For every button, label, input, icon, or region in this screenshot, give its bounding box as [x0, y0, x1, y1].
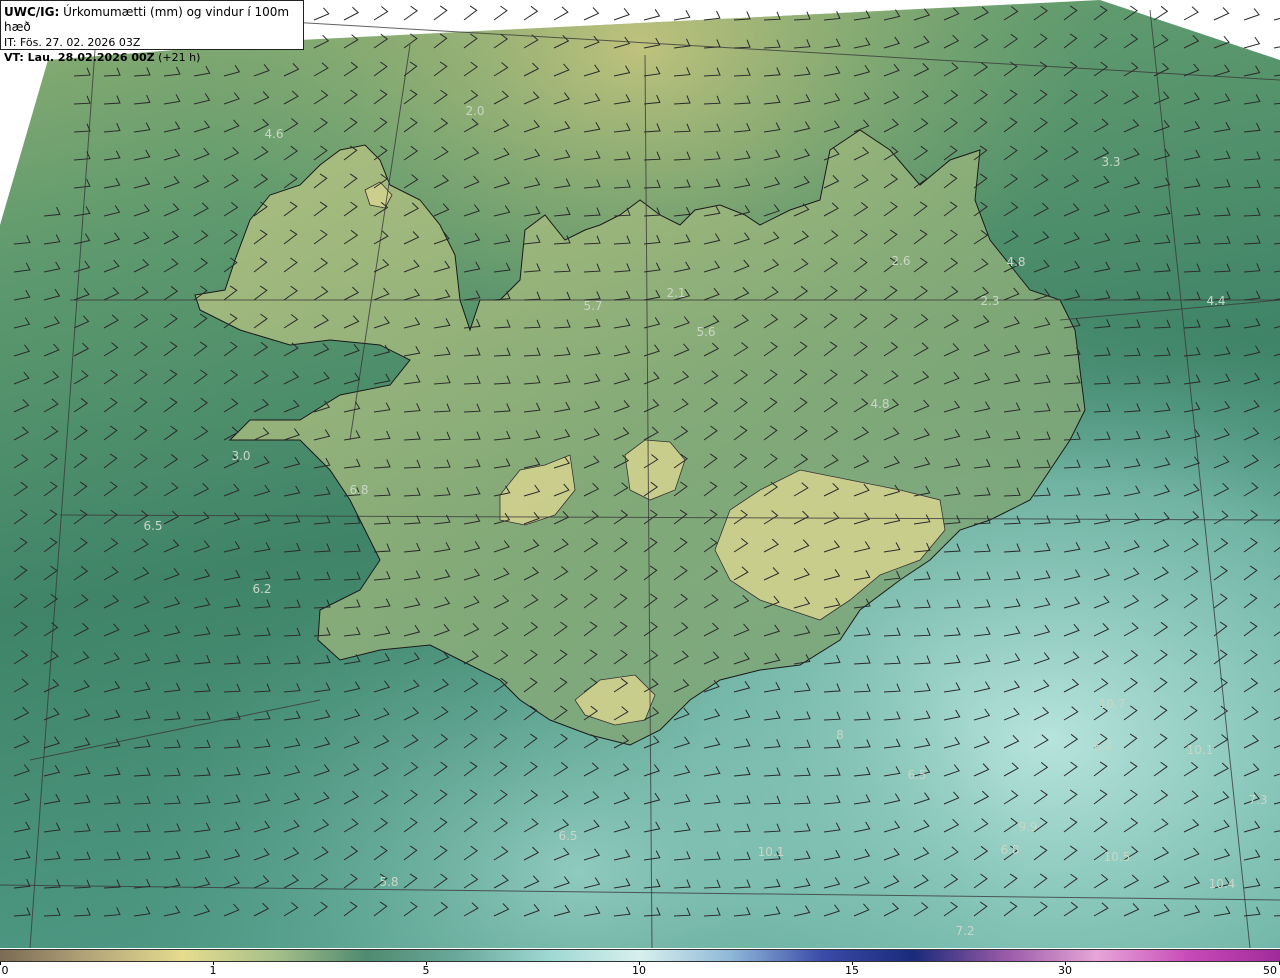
value-label: 2.6: [891, 254, 911, 268]
wind-barb: [463, 5, 478, 21]
value-label: 5.6: [696, 325, 716, 339]
colorbar-label: 10: [632, 964, 646, 977]
issue-time: IT: Fös. 27. 02. 2026 03Z: [4, 36, 141, 49]
value-label: 10.1: [757, 845, 785, 859]
value-label: 10.5: [1103, 850, 1131, 864]
wind-barb: [1273, 46, 1280, 49]
wind-barb: [313, 7, 330, 21]
value-label: 6.5: [143, 519, 163, 533]
wind-barb: [1243, 8, 1260, 21]
wind-barb: [1273, 17, 1280, 21]
value-label: 3.3: [1101, 155, 1121, 169]
value-label: 2.0: [465, 104, 485, 118]
colorbar-label: 1: [209, 964, 217, 977]
value-label: 10.4: [1208, 877, 1236, 891]
wind-barb: [433, 5, 448, 21]
colorbar-label: 15: [845, 964, 859, 977]
value-label: 4.8: [1006, 255, 1026, 269]
value-label: 9.9: [1018, 820, 1038, 834]
value-label: 4.4: [1206, 294, 1226, 308]
valid-time: VT: Lau. 28.02.2026 00Z (+21 h): [4, 51, 201, 64]
value-label: 5.8: [379, 875, 399, 889]
value-label: 8: [836, 728, 844, 742]
value-label: 6.5: [558, 829, 578, 843]
product-title: UWC/IG: Úrkomumætti (mm) og vindur í 100…: [4, 5, 290, 34]
colorbar-label: 0: [1, 964, 9, 977]
wind-barb: [643, 9, 661, 21]
value-label: 7.3: [1248, 793, 1268, 807]
wind-barb: [1183, 6, 1199, 21]
wind-barb: [583, 7, 600, 21]
wind-barb: [523, 5, 539, 21]
wind-barb: [403, 5, 418, 21]
value-label: 3.0: [231, 449, 251, 463]
value-label: 6.4: [1093, 740, 1113, 754]
value-label: 7.2: [955, 924, 975, 938]
colorbar-label: 50: [1263, 964, 1277, 977]
wind-barb: [373, 6, 389, 21]
value-label: 5.7: [583, 299, 603, 313]
value-label: 6.2: [252, 582, 272, 596]
wind-barb: [613, 7, 630, 21]
value-label: 4.6: [264, 127, 284, 141]
precipitation-colorbar: [0, 949, 1280, 962]
wind-barb: [1153, 5, 1169, 21]
wind-barb: [673, 9, 691, 21]
value-label: 10.1: [1186, 743, 1214, 757]
value-label: 6.5: [907, 768, 927, 782]
value-label: 6.8: [1000, 843, 1020, 857]
colorbar-label: 30: [1058, 964, 1072, 977]
wind-barb: [1213, 7, 1230, 21]
wind-barb: [493, 5, 508, 21]
wind-barb: [703, 10, 721, 21]
wind-barb: [343, 6, 360, 21]
value-label: 4.8: [870, 397, 890, 411]
value-label: 6.8: [349, 483, 369, 497]
value-label: 10.7: [1098, 697, 1126, 711]
forecast-map[interactable]: UWC/IG: Úrkomumætti (mm) og vindur í 100…: [0, 0, 1280, 948]
value-label: 2.3: [980, 294, 1000, 308]
colorbar-label: 5: [422, 964, 430, 977]
wind-barb: [553, 6, 569, 21]
wind-barb: [1243, 36, 1261, 49]
value-label: 2.1: [666, 286, 686, 300]
forecast-info-box: UWC/IG: Úrkomumætti (mm) og vindur í 100…: [0, 0, 304, 64]
map-canvas[interactable]: [0, 0, 1280, 948]
